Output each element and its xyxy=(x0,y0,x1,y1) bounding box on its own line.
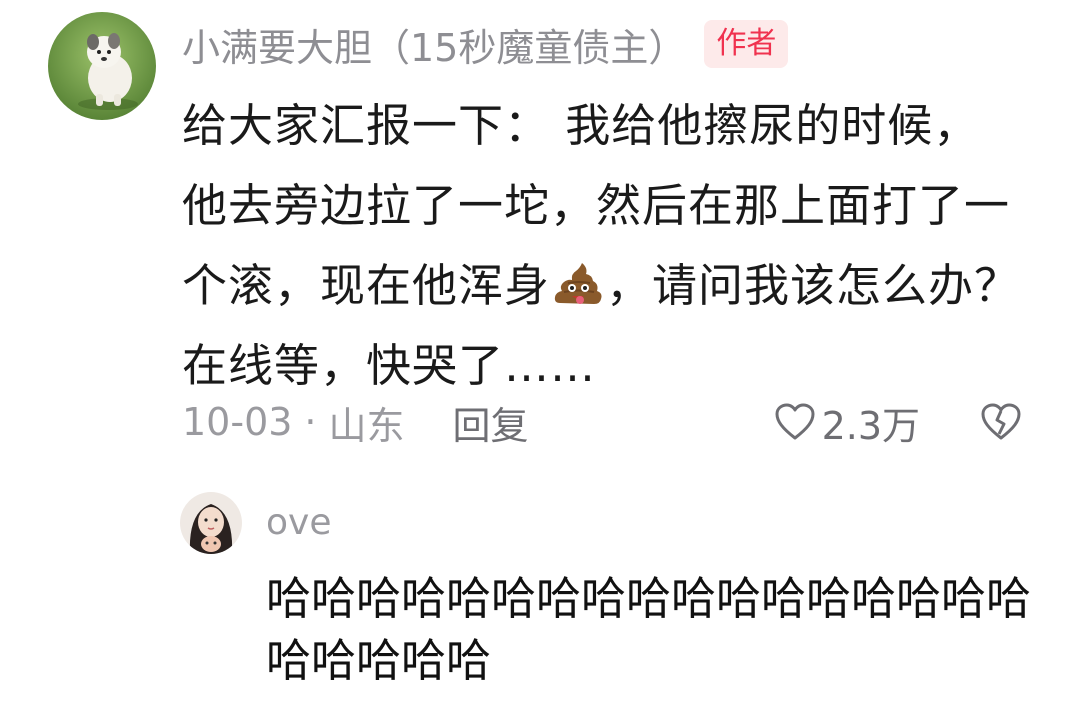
meta-separator: · xyxy=(304,400,317,444)
reply-text: 哈哈哈哈哈哈哈哈哈哈哈哈哈哈哈哈哈哈哈哈哈哈 xyxy=(266,572,1032,687)
heart-outline-icon xyxy=(775,403,815,440)
comment-date: 10-03 xyxy=(182,400,293,444)
comment-meta: 10-03 · 山东 回复 2.3万 xyxy=(182,392,1022,452)
reply-author-avatar[interactable] xyxy=(180,492,242,554)
like-count: 2.3万 xyxy=(821,403,920,448)
like-button[interactable]: 2.3万 xyxy=(774,395,920,450)
author-badge: 作者 xyxy=(704,20,789,68)
comment-location: 山东 xyxy=(328,403,405,448)
poop-emoji-icon xyxy=(550,254,606,304)
reply-button[interactable]: 回复 xyxy=(453,395,529,450)
girl-photo-icon xyxy=(180,492,242,554)
dislike-button[interactable] xyxy=(980,402,1022,442)
comment-header: 小满要大胆（15秒魔童债主） 作者 xyxy=(182,14,789,74)
author-name[interactable]: 小满要大胆（15秒魔童债主） xyxy=(182,17,686,72)
dog-photo-icon xyxy=(48,12,156,120)
broken-heart-icon xyxy=(981,403,1021,440)
author-avatar[interactable] xyxy=(48,12,156,120)
reply-author-name[interactable]: ove xyxy=(266,502,331,543)
comment-text: 给大家汇报一下： 我给他擦尿的时候，他去旁边拉了一坨，然后在那上面打了一个滚，现… xyxy=(182,86,1022,406)
